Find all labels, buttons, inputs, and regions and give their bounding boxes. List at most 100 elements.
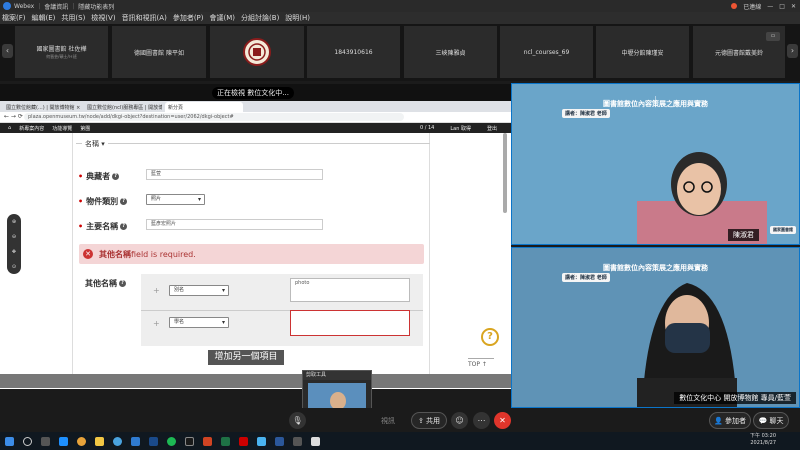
reset-icon[interactable]: ⊙ [12,264,16,270]
site-nav-item[interactable]: 第團 [80,125,90,132]
firefox-icon[interactable] [77,436,86,446]
holder-label: • 典藏者? [78,171,120,182]
webex-taskbar-icon[interactable] [149,436,158,446]
drag-handle-icon[interactable]: + [153,319,160,328]
chrome-icon[interactable] [113,436,122,446]
home-icon[interactable]: ⌂ [8,125,11,131]
video-hint: 視訊 [381,416,395,425]
more-options-icon[interactable]: ⋯ [473,412,490,429]
section-label[interactable]: 名稱 ▾ [82,139,108,149]
close-button[interactable]: ✕ [791,3,796,10]
menu-breakout[interactable]: 分組討論(B) [241,13,279,23]
menu-edit[interactable]: 編輯(E) [32,13,56,23]
address-bar: ← → ⟳ plaza.openmuseum.tw/node/add/dkgi-… [0,112,511,123]
other-name-input-error[interactable] [290,310,410,336]
chevron-right-icon[interactable]: › [787,44,798,58]
meeting-info-button[interactable]: 會議資訊 [44,2,68,11]
title-bar: Webex | 會議資訊 | 隱藏功能表列 已連線 — □ ✕ [0,0,800,12]
maximize-button[interactable]: □ [779,3,785,10]
line-icon[interactable] [167,436,176,446]
video-panel-participant[interactable]: 圖書館數位內容策展之應用與實務 講者：陳淑君 老師 數位文化中心 開放博物館 專… [511,247,800,408]
browser-tab[interactable]: 國立數位館(ncl)服務專區 | 開放博物 × [84,102,162,112]
reactions-icon[interactable]: ☺ [451,412,468,429]
hide-menu-button[interactable]: 隱藏功能表列 [78,2,114,11]
help-icon: ? [119,280,126,287]
chat-button[interactable]: 💬 聊天 [753,412,789,429]
file-explorer-icon[interactable] [95,436,104,446]
snipping-tool-icon[interactable] [311,436,320,446]
zoom-in-icon[interactable]: ⊕ [12,219,16,225]
participant-video-icon [637,283,737,407]
word-icon[interactable] [275,436,284,446]
participant-tile[interactable]: 1843910616 [307,26,400,78]
site-nav-bar: ⌂ 新專案內容 功能導覽 第團 0 / 14 Lan 取得 登出 [0,123,511,133]
task-view-icon[interactable] [41,436,50,446]
name-type-select[interactable]: 別名 [169,285,229,296]
title-label: • 主要名稱? [78,221,128,232]
site-nav-item[interactable]: 功能導覽 [52,125,72,132]
participant-tile[interactable]: 國家圖書館 杜佐樺 何晉芸/碩士/Ｈ班 [15,26,108,78]
help-question-icon[interactable]: ? [481,328,499,346]
menu-meeting[interactable]: 會議(M) [210,13,236,23]
browser-tab[interactable]: 國立數位館藏(...) | 開放博物館 × [3,102,81,112]
error-field-name: 其他名稱 [99,249,131,259]
site-nav-logout[interactable]: 登出 [487,125,497,132]
participants-button[interactable]: 👤 參加者 [709,412,751,429]
app-name: Webex [14,2,35,10]
video-panel-speaker[interactable]: | 圖書館數位內容策展之應用與實務 講者：陳淑君 老師 陳淑君 國家圖書館 [511,83,800,245]
menu-audio-video[interactable]: 音訊和視訊(A) [122,13,167,23]
holder-input[interactable]: 藍萱 [146,169,323,180]
menu-view[interactable]: 檢視(V) [91,13,115,23]
other-name-input[interactable]: photo [290,278,410,302]
menu-bar: 檔案(F) 編輯(E) 共用(S) 檢視(V) 音訊和視訊(A) 參加者(P) … [0,12,800,24]
ie-icon[interactable] [131,436,140,446]
back-nav-icons[interactable]: ← → ⟳ [4,113,23,120]
edge-icon[interactable] [59,436,68,446]
excel-icon[interactable] [221,436,230,446]
drag-handle-icon[interactable]: + [153,286,160,295]
minimize-button[interactable]: — [767,3,773,10]
url-field[interactable]: plaza.openmuseum.tw/node/add/dkgi-object… [24,113,404,121]
end-call-button[interactable]: ✕ [494,412,511,429]
search-icon[interactable] [23,436,32,446]
app-icon[interactable] [293,436,302,446]
connection-status: 已連線 [743,3,762,11]
add-item-button[interactable]: 增加另一個項目 [208,350,284,365]
back-to-top-link[interactable]: TOP ↑ [468,358,494,368]
participant-tile[interactable]: 三峽陳雅貞 [404,26,497,78]
windows-taskbar [0,432,800,450]
menu-share[interactable]: 共用(S) [61,13,85,23]
share-icon: ⇪ [417,416,427,425]
other-name-label: 其他名稱? [85,278,126,289]
participant-tile[interactable]: 中壢分館陳瑾安 [596,26,689,78]
lecturer-caption: 講者：陳淑君 老師 [562,273,610,282]
mute-icon[interactable]: 🎙 [289,412,306,429]
participant-tile[interactable]: 德國圖書館 陳平如 [112,26,206,78]
layout-icon[interactable]: ▭ [766,32,780,41]
site-nav-item[interactable]: 新專案內容 [19,125,44,132]
powerpoint-icon[interactable] [203,436,212,446]
app-icon[interactable] [185,436,194,446]
name-type-select[interactable]: 學名 [169,317,229,328]
type-select[interactable]: 照片 [146,194,205,205]
site-nav-lang[interactable]: Lan 取得 [450,125,471,132]
chevron-left-icon[interactable]: ‹ [2,44,13,58]
snip-icon[interactable] [257,436,266,446]
participant-tile[interactable]: ncl_courses_69 [500,26,593,78]
windows-start-icon[interactable] [5,436,14,446]
menu-file[interactable]: 檔案(F) [2,13,26,23]
menu-participants[interactable]: 參加者(P) [173,13,204,23]
pan-icon[interactable]: ✥ [12,249,16,255]
share-button[interactable]: ⇪ 共用 [411,412,447,429]
share-banner[interactable]: 正在檢視 數位文化中... [212,87,294,99]
error-message: ✕ 其他名稱 field is required. [79,244,424,264]
acrobat-icon[interactable] [239,436,248,446]
menu-help[interactable]: 說明(H) [285,13,310,23]
preview-title: 剪取工具 [303,371,371,380]
browser-tab-active[interactable]: 新分頁 [165,102,243,112]
participant-tile[interactable] [210,26,304,78]
zoom-out-icon[interactable]: ⊖ [12,234,16,240]
scrollbar[interactable] [503,133,507,213]
title-input[interactable]: 藍彥宏照片 [146,219,323,230]
person-icon: 👤 [714,416,725,425]
